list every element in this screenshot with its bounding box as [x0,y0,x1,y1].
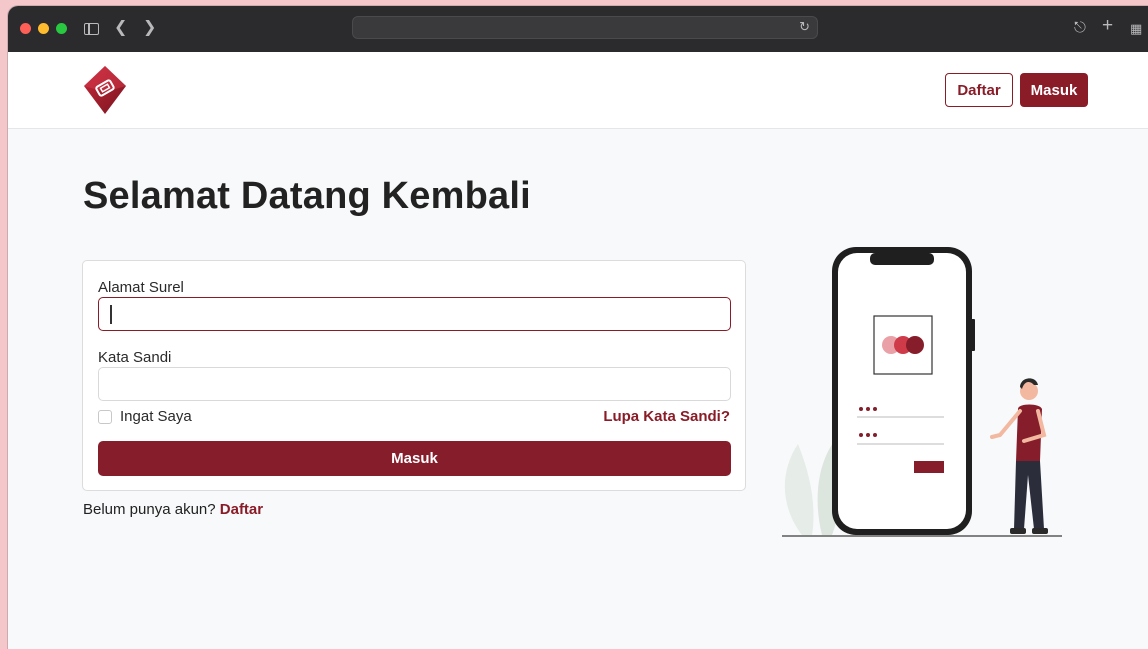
remember-me[interactable]: Ingat Saya [98,408,192,425]
main-content: Selamat Datang Kembali Alamat Surel Kata… [8,129,1148,649]
register-prompt: Belum punya akun? [83,501,216,518]
login-illustration [782,247,1062,537]
tabs-icon[interactable]: ▦ [1130,19,1142,39]
browser-window: ❮ ❯ ↻ ⎋ + ▦ Daftar Masuk Selamat Datang … [8,6,1148,649]
minimize-window-button[interactable] [38,23,49,34]
window-controls [20,23,67,34]
email-field[interactable] [98,297,731,331]
page-title: Selamat Datang Kembali [83,175,531,217]
remember-label: Ingat Saya [120,408,192,425]
text-cursor [110,305,112,324]
reload-icon[interactable]: ↻ [799,19,810,35]
login-form: Alamat Surel Kata Sandi Ingat Saya Lupa … [82,260,746,491]
forgot-password-link[interactable]: Lupa Kata Sandi? [603,408,730,425]
register-prompt-line: Belum punya akun? Daftar [83,501,263,518]
maximize-window-button[interactable] [56,23,67,34]
back-icon[interactable]: ❮ [114,18,127,38]
logo-icon[interactable] [82,64,128,116]
register-button[interactable]: Daftar [945,73,1013,107]
close-window-button[interactable] [20,23,31,34]
login-button[interactable]: Masuk [1020,73,1088,107]
password-label: Kata Sandi [98,349,172,366]
email-label: Alamat Surel [98,279,184,296]
browser-chrome: ❮ ❯ ↻ ⎋ + ▦ [8,6,1148,52]
address-bar[interactable]: ↻ [352,16,818,39]
share-icon[interactable]: ⎋ [1074,18,1086,38]
remember-checkbox[interactable] [98,409,112,424]
sidebar-icon[interactable] [84,23,99,35]
password-field[interactable] [98,367,731,401]
register-link[interactable]: Daftar [220,501,263,518]
plus-icon[interactable]: + [1102,16,1113,36]
site-header: Daftar Masuk [8,52,1148,129]
submit-login-button[interactable]: Masuk [98,441,731,476]
forward-icon[interactable]: ❯ [143,18,156,38]
